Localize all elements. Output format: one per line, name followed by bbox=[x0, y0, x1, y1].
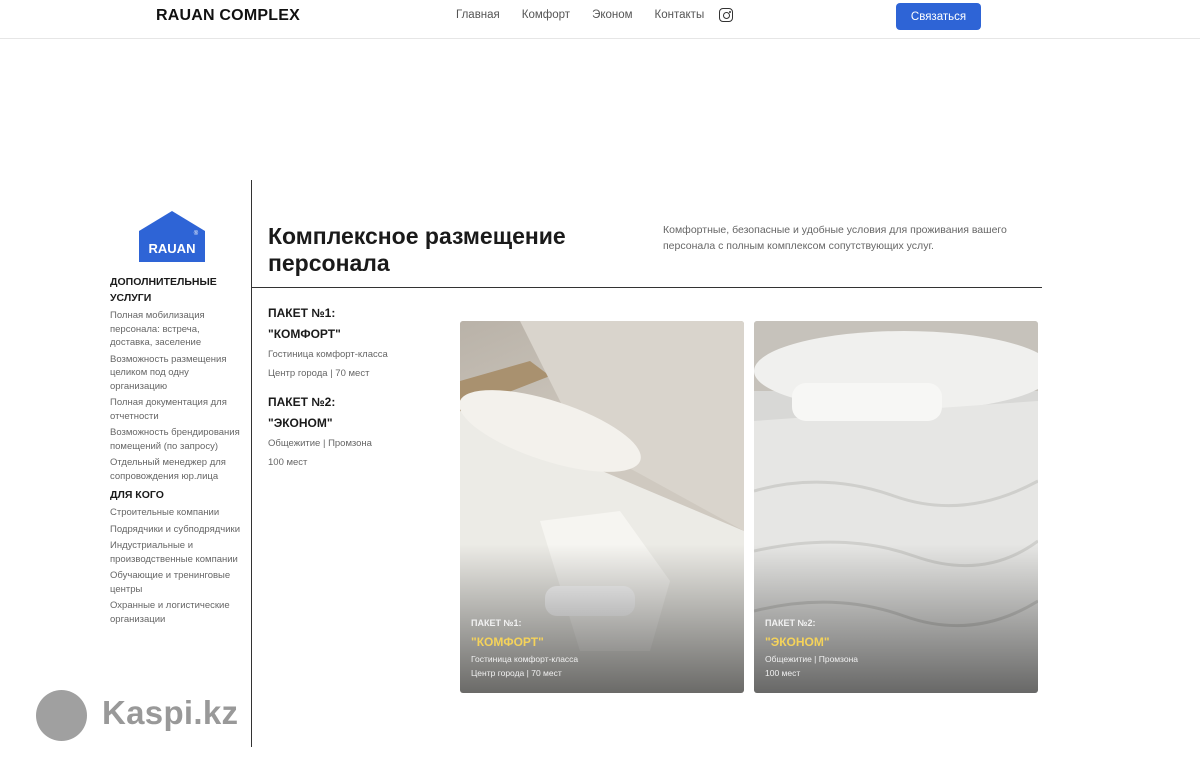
comfort-card-caption: ПАКЕТ №1: "КОМФОРТ" Гостиница комфорт-кл… bbox=[471, 614, 731, 680]
nav-econom[interactable]: Эконом bbox=[592, 9, 632, 21]
package-label: ПАКЕТ №1: bbox=[268, 306, 336, 320]
card-desc: Гостиница комфорт-класса bbox=[471, 654, 579, 664]
package-desc: Гостиница комфорт-класса bbox=[268, 349, 388, 360]
rauan-logo: RAUAN ® bbox=[139, 211, 205, 262]
package-desc: 100 мест bbox=[268, 457, 308, 468]
econom-card-caption: ПАКЕТ №2: "ЭКОНОМ" Общежитие | Промзона … bbox=[765, 614, 1025, 680]
instagram-icon[interactable] bbox=[719, 8, 733, 22]
kaspi-logo-icon bbox=[36, 690, 87, 741]
package-comfort: ПАКЕТ №1: "КОМФОРТ" Гостиница комфорт-кл… bbox=[268, 303, 438, 383]
econom-card[interactable]: ПАКЕТ №2: "ЭКОНОМ" Общежитие | Промзона … bbox=[754, 321, 1038, 693]
audience-item: Обучающие и тренинговые центры bbox=[110, 570, 231, 595]
card-desc: Общежитие | Промзона bbox=[765, 654, 859, 664]
nav-comfort[interactable]: Комфорт bbox=[522, 9, 570, 21]
service-item: Возможность размещения целиком под одну … bbox=[110, 353, 227, 392]
logo-registered-mark: ® bbox=[194, 230, 199, 237]
card-name: "ЭКОНОМ" bbox=[765, 635, 830, 649]
card-label: ПАКЕТ №2: bbox=[765, 618, 816, 628]
sidebar: ДОПОЛНИТЕЛЬНЫЕ УСЛУГИ Полная мобилизация… bbox=[110, 274, 240, 629]
comfort-card[interactable]: ПАКЕТ №1: "КОМФОРТ" Гостиница комфорт-кл… bbox=[460, 321, 744, 693]
nav-home[interactable]: Главная bbox=[456, 9, 500, 21]
brand-name[interactable]: RAUAN COMPLEX bbox=[156, 7, 300, 25]
sidebar-divider bbox=[251, 180, 252, 747]
audience-item: Охранные и логистические организации bbox=[110, 600, 230, 625]
package-econom: ПАКЕТ №2: "ЭКОНОМ" Общежитие | Промзона … bbox=[268, 392, 438, 472]
audience-item: Подрядчики и субподрядчики bbox=[110, 523, 241, 535]
package-desc: Общежитие | Промзона bbox=[268, 438, 372, 449]
nav-contacts[interactable]: Контакты bbox=[655, 9, 705, 21]
services-heading: ДОПОЛНИТЕЛЬНЫЕ УСЛУГИ bbox=[110, 276, 217, 304]
card-desc: 100 мест bbox=[765, 668, 801, 678]
audience-item: Индустриальные и производственные компан… bbox=[110, 540, 238, 565]
audience-heading: ДЛЯ КОГО bbox=[110, 489, 164, 501]
service-item: Возможность брендирования помещений (по … bbox=[110, 427, 240, 452]
page-subtitle: Комфортные, безопасные и удобные условия… bbox=[663, 224, 1007, 252]
service-item: Полная документация для отчетности bbox=[110, 397, 227, 422]
section-divider bbox=[252, 287, 1042, 288]
service-item: Полная мобилизация персонала: встреча, д… bbox=[110, 310, 205, 348]
package-name: "ЭКОНОМ" bbox=[268, 416, 333, 430]
contact-button[interactable]: Связаться bbox=[896, 3, 981, 30]
site-header: RAUAN COMPLEX Главная Комфорт Эконом Кон… bbox=[0, 0, 1200, 39]
package-desc: Центр города | 70 мест bbox=[268, 368, 370, 379]
audience-item: Строительные компании bbox=[110, 507, 220, 518]
package-name: "КОМФОРТ" bbox=[268, 327, 341, 341]
page-title: Комплексное размещение персонала bbox=[268, 223, 566, 276]
main-nav: Главная Комфорт Эконом Контакты bbox=[456, 9, 704, 21]
logo-text: RAUAN bbox=[149, 241, 196, 256]
service-item: Отдельный менеджер для сопровождения юр.… bbox=[110, 457, 226, 482]
package-label: ПАКЕТ №2: bbox=[268, 395, 336, 409]
card-label: ПАКЕТ №1: bbox=[471, 618, 522, 628]
card-name: "КОМФОРТ" bbox=[471, 635, 544, 649]
kaspi-text: Kaspi.kz bbox=[102, 694, 239, 731]
card-desc: Центр города | 70 мест bbox=[471, 668, 562, 678]
kaspi-watermark: Kaspi.kz bbox=[36, 690, 261, 744]
